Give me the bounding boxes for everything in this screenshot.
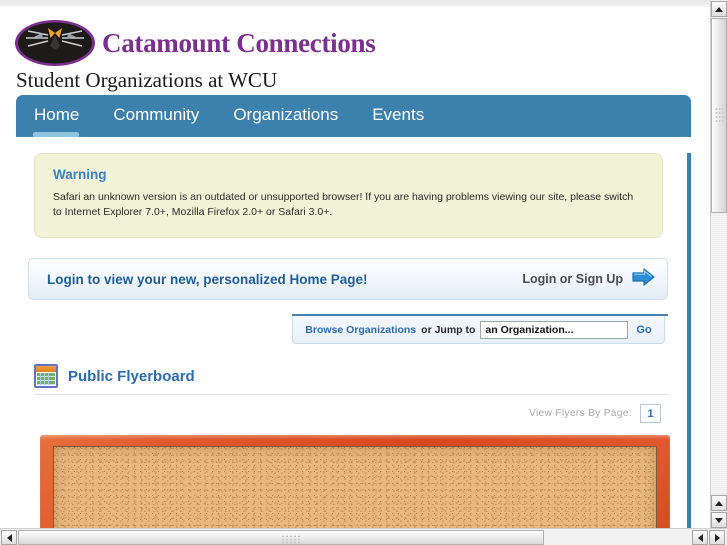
flyer-page-number[interactable]: 1 xyxy=(640,404,661,423)
go-button[interactable]: Go xyxy=(636,324,651,336)
scroll-up-button[interactable] xyxy=(711,1,727,17)
vertical-scrollbar-grip xyxy=(715,107,725,123)
browser-viewport: Catamount Connections Student Organizati… xyxy=(0,0,727,545)
browser-warning-box: Warning Safari an unknown version is an … xyxy=(34,153,663,238)
scroll-right-button[interactable] xyxy=(709,530,725,545)
brand-title: Catamount Connections xyxy=(102,27,376,58)
corkboard-surface[interactable] xyxy=(53,446,657,529)
scroll-left-button-right[interactable] xyxy=(692,530,708,545)
horizontal-scrollbar-thumb[interactable] xyxy=(18,530,544,545)
chevron-up-icon-bottom xyxy=(715,500,723,506)
horizontal-scrollbar-grip xyxy=(281,535,301,544)
login-signup-action[interactable]: Login or Sign Up xyxy=(522,267,655,291)
brand-subtitle: Student Organizations at WCU xyxy=(16,68,278,92)
login-banner[interactable]: Login to view your new, personalized Hom… xyxy=(28,258,668,300)
chevron-left-icon xyxy=(6,533,12,542)
browse-organizations-bar: Browse Organizations or Jump to Go xyxy=(292,316,665,344)
nav-active-indicator xyxy=(33,132,80,137)
flyerboard-divider xyxy=(34,394,668,395)
flyer-page-selector: View Flyers By Page: 1 xyxy=(16,404,661,423)
warning-title: Warning xyxy=(53,167,107,182)
scroll-left-button[interactable] xyxy=(1,530,17,545)
nav-item-events-label: Events xyxy=(372,105,425,124)
main-navigation-wrap: Home Community Organizations Events xyxy=(0,95,710,137)
scroll-down-button[interactable] xyxy=(711,512,727,528)
chevron-right-icon xyxy=(714,533,720,542)
browse-organizations-link[interactable]: Browse Organizations xyxy=(305,324,416,336)
horizontal-scrollbar[interactable] xyxy=(0,528,727,545)
flyerboard-header: Public Flyerboard xyxy=(34,364,687,388)
content-frame: Warning Safari an unknown version is an … xyxy=(16,153,691,529)
corkboard-frame xyxy=(40,435,670,529)
nav-item-home[interactable]: Home xyxy=(16,95,96,137)
scroll-up-button-bottom[interactable] xyxy=(711,495,727,511)
browse-jump-label: or Jump to xyxy=(421,323,476,336)
nav-item-community[interactable]: Community xyxy=(96,95,216,137)
nav-item-organizations[interactable]: Organizations xyxy=(216,95,355,137)
flyerboard-title: Public Flyerboard xyxy=(68,367,195,385)
nav-item-community-label: Community xyxy=(113,105,200,124)
chevron-up-icon xyxy=(715,6,723,12)
brand-row: Catamount Connections xyxy=(14,7,710,67)
organization-search-input[interactable] xyxy=(480,320,629,339)
warning-message: Safari an unknown version is an outdated… xyxy=(53,191,634,218)
flyerboard-icon-bar xyxy=(36,366,56,372)
browse-organizations-wrap: Browse Organizations or Jump to Go xyxy=(16,314,687,348)
corkboard[interactable] xyxy=(40,435,670,529)
vertical-scrollbar-thumb[interactable] xyxy=(711,18,727,213)
nav-item-events[interactable]: Events xyxy=(355,95,441,137)
login-banner-message[interactable]: Login to view your new, personalized Hom… xyxy=(47,272,368,287)
chevron-down-icon xyxy=(715,517,723,523)
site-masthead: Catamount Connections Student Organizati… xyxy=(0,7,710,95)
main-navigation: Home Community Organizations Events xyxy=(16,95,691,137)
nav-item-home-label: Home xyxy=(34,105,80,124)
flyerboard-icon-grid xyxy=(37,373,55,385)
catamount-logo-icon[interactable] xyxy=(14,19,96,67)
page-content: Catamount Connections Student Organizati… xyxy=(0,7,710,529)
arrow-right-icon xyxy=(632,267,655,291)
flyer-page-label: View Flyers By Page: xyxy=(529,408,632,419)
login-signup-label: Login or Sign Up xyxy=(522,272,623,286)
nav-item-organizations-label: Organizations xyxy=(233,105,339,124)
vertical-scrollbar[interactable] xyxy=(710,0,727,529)
chevron-left-icon-right xyxy=(697,533,703,542)
flyerboard-icon xyxy=(34,364,58,388)
